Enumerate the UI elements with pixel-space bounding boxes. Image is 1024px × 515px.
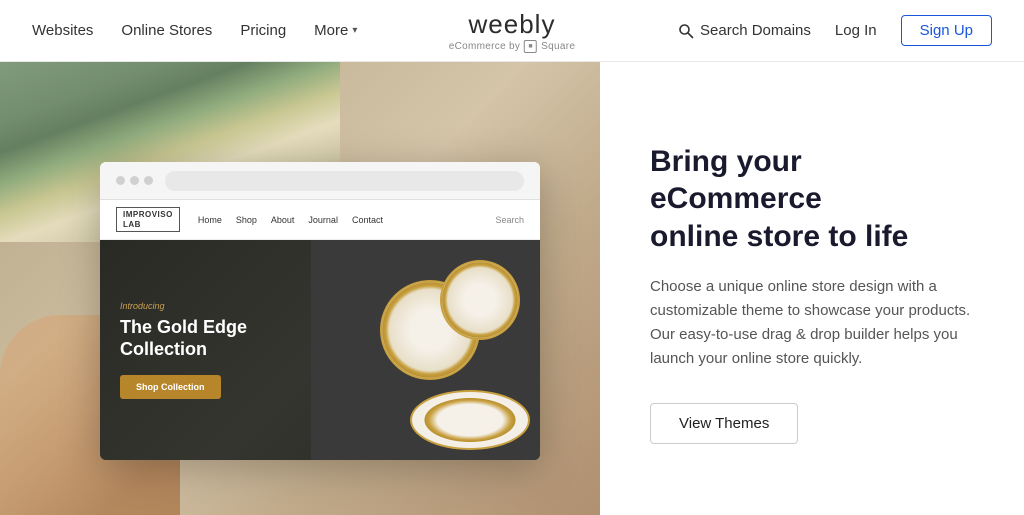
site-hero: Introducing The Gold Edge Collection Sho…	[100, 240, 540, 460]
browser-mockup: IMPROVISO LAB Home Shop About Journal Co…	[100, 162, 540, 460]
site-nav-about: About	[271, 215, 295, 225]
hero-introducing: Introducing	[120, 301, 291, 311]
nav-pricing[interactable]: Pricing	[240, 22, 286, 39]
shop-collection-button[interactable]: Shop Collection	[120, 375, 221, 399]
signup-button[interactable]: Sign Up	[901, 15, 992, 46]
search-icon	[678, 23, 694, 39]
site-nav-journal: Journal	[308, 215, 338, 225]
hero-plates-image	[311, 240, 540, 460]
site-nav-shop: Shop	[236, 215, 257, 225]
nav-online-stores[interactable]: Online Stores	[121, 22, 212, 39]
hero-content: Introducing The Gold Edge Collection Sho…	[100, 240, 311, 460]
dot-yellow	[130, 176, 139, 185]
main-nav: Websites Online Stores Pricing More ▾	[32, 22, 357, 39]
site-nav-home: Home	[198, 215, 222, 225]
logo-text: weebly	[469, 9, 556, 40]
left-section: IMPROVISO LAB Home Shop About Journal Co…	[0, 62, 600, 515]
main-description: Choose a unique online store design with…	[650, 275, 974, 371]
search-domains-button[interactable]: Search Domains	[678, 22, 811, 39]
dot-red	[116, 176, 125, 185]
site-logo: IMPROVISO LAB	[116, 207, 180, 232]
right-section: Bring your eCommerce online store to lif…	[600, 62, 1024, 515]
browser-url-bar	[165, 171, 524, 191]
logo[interactable]: weebly eCommerce by ■ Square	[449, 9, 575, 53]
login-link[interactable]: Log In	[835, 22, 877, 39]
plate-bowl	[410, 390, 530, 450]
site-nav-contact: Contact	[352, 215, 383, 225]
site-nav: IMPROVISO LAB Home Shop About Journal Co…	[100, 200, 540, 240]
main-content: IMPROVISO LAB Home Shop About Journal Co…	[0, 62, 1024, 515]
header: Websites Online Stores Pricing More ▾ we…	[0, 0, 1024, 62]
logo-subtitle: eCommerce by ■ Square	[449, 40, 575, 53]
square-icon: ■	[524, 40, 537, 53]
plate-small	[440, 260, 520, 340]
nav-websites[interactable]: Websites	[32, 22, 93, 39]
dot-green	[144, 176, 153, 185]
site-search: Search	[495, 215, 524, 225]
browser-bar	[100, 162, 540, 200]
hero-title: The Gold Edge Collection	[120, 317, 291, 360]
chevron-down-icon: ▾	[352, 25, 357, 36]
view-themes-button[interactable]: View Themes	[650, 403, 798, 444]
main-heading: Bring your eCommerce online store to lif…	[650, 143, 974, 256]
header-actions: Search Domains Log In Sign Up	[678, 15, 992, 46]
site-nav-links: Home Shop About Journal Contact	[198, 215, 496, 225]
browser-dots	[116, 176, 153, 185]
nav-more[interactable]: More ▾	[314, 22, 357, 39]
